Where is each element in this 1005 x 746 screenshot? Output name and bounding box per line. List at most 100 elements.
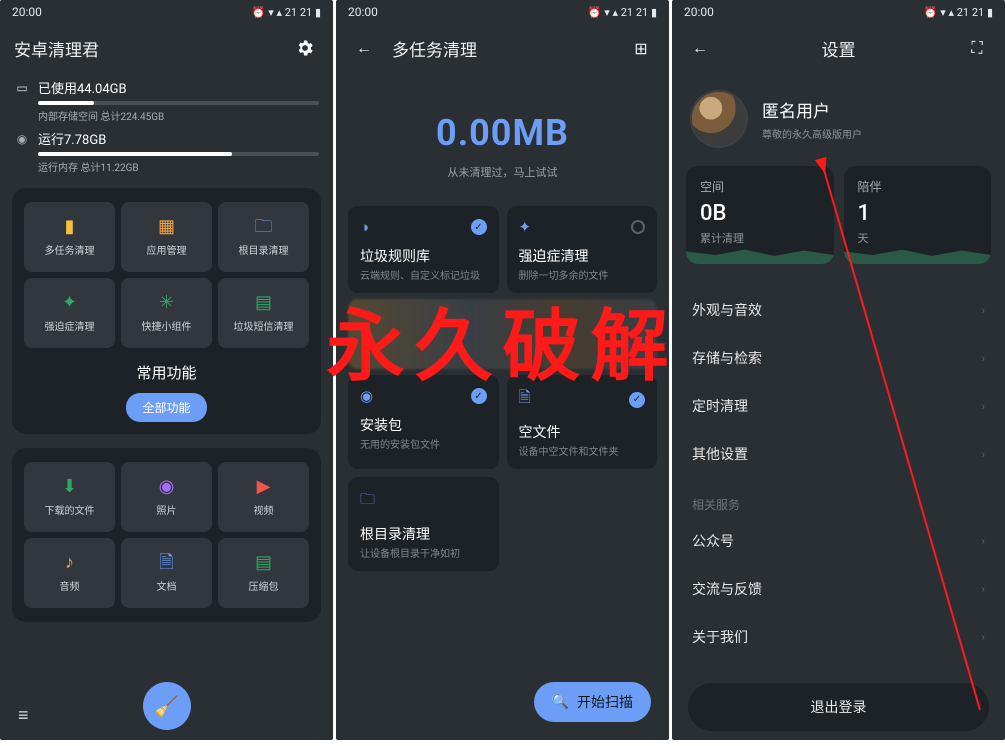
logout-button[interactable]: 退出登录 [688, 683, 989, 731]
username: 匿名用户 [762, 97, 862, 122]
all-features-button[interactable]: 全部功能 [126, 393, 206, 422]
memory-card[interactable]: ◉ 运行7.78GB 运行内存 总计11.22GB [14, 129, 319, 174]
storage-used-label: 已使用44.04GB [38, 78, 127, 97]
feature-sms[interactable]: ▤垃圾短信清理 [218, 278, 309, 348]
zip-icon: ▤ [255, 554, 272, 572]
card-empty[interactable]: 🗎✓ 空文件 设备中空文件和文件夹 [507, 375, 658, 469]
screen-home: 20:00 ⏰ ▾ ▴ 21 21 ▮ 安卓清理君 ▭ 已使用44.04GB 内… [0, 0, 333, 740]
memory-used-label: 运行7.78GB [38, 129, 106, 148]
screen-title: 多任务清理 [392, 36, 477, 61]
shield-icon: ◑ [360, 218, 369, 236]
set-appearance[interactable]: 外观与音效› [672, 286, 1005, 334]
app-bar: ← 设置 ⛶ [672, 24, 1005, 72]
group-label: 相关服务 [672, 478, 1005, 517]
scan-button[interactable]: 🔍 开始扫描 [534, 682, 651, 722]
files-photos[interactable]: ◉照片 [121, 462, 212, 532]
status-icons: ⏰ ▾ ▴ 21 21 ▮ [924, 6, 993, 19]
bulb-icon: ✳ [159, 294, 174, 312]
file-icon: 🗎 [519, 387, 531, 412]
card-root-single[interactable]: 🗀 根目录清理 让设备根目录干净如初 [348, 477, 499, 571]
wave-decoration [844, 246, 992, 264]
user-tag: 尊敬的永久高级版用户 [762, 126, 862, 141]
status-bar: 20:00 ⏰ ▾ ▴ 21 21 ▮ [672, 0, 1005, 24]
set-other[interactable]: 其他设置› [672, 430, 1005, 478]
memory-total-label: 运行内存 总计11.22GB [38, 159, 319, 174]
card-ocd[interactable]: ✦ 强迫症清理 删除一切多余的文件 [507, 206, 658, 293]
set-schedule[interactable]: 定时清理› [672, 382, 1005, 430]
camera-icon: ◉ [159, 478, 175, 496]
files-videos[interactable]: ▶视频 [218, 462, 309, 532]
profile-section[interactable]: 匿名用户 尊敬的永久高级版用户 [672, 72, 1005, 158]
gear-icon[interactable] [291, 34, 319, 62]
scan-icon[interactable]: ⛶ [963, 34, 991, 62]
check-icon[interactable]: ✓ [629, 392, 645, 408]
folder-icon: 🗀 [360, 489, 375, 514]
feature-ocd[interactable]: ✦强迫症清理 [24, 278, 115, 348]
stat-space[interactable]: 空间 0B 累计清理 [686, 166, 834, 264]
chevron-icon: › [981, 351, 985, 365]
screen-title: 设置 [822, 36, 856, 61]
screen-settings: 20:00 ⏰ ▾ ▴ 21 21 ▮ ← 设置 ⛶ 匿名用户 尊敬的永久高级版… [672, 0, 1005, 740]
check-icon[interactable]: ✓ [471, 219, 487, 235]
card-apk[interactable]: ◉✓ 安装包 无用的安装包文件 [348, 375, 499, 469]
game-icon[interactable]: ⊞ [627, 34, 655, 62]
status-bar: 20:00 ⏰ ▾ ▴ 21 21 ▮ [0, 0, 333, 24]
features-panel: ▮多任务清理 ▦应用管理 🗀根目录清理 ✦强迫症清理 ✳快捷小组件 ▤垃圾短信清… [12, 188, 321, 434]
doc-icon: 🗎 [159, 554, 173, 572]
search-icon: 🔍 [552, 694, 569, 710]
menu-icon[interactable]: ≡ [18, 705, 29, 726]
chevron-icon: › [981, 630, 985, 644]
check-icon[interactable] [631, 220, 645, 234]
status-icons: ⏰ ▾ ▴ 21 21 ▮ [252, 6, 321, 19]
set-feedback[interactable]: 交流与反馈› [672, 565, 1005, 613]
feature-multitask[interactable]: ▮多任务清理 [24, 202, 115, 272]
chevron-icon: › [981, 534, 985, 548]
settings-list: 外观与音效› 存储与检索› 定时清理› 其他设置› 相关服务 公众号› 交流与反… [672, 286, 1005, 661]
set-wechat[interactable]: 公众号› [672, 517, 1005, 565]
stat-days[interactable]: 陪伴 1 天 [844, 166, 992, 264]
broom-icon: 🧹 [154, 694, 179, 718]
app-bar: ← 多任务清理 ⊞ [336, 24, 669, 72]
feature-widget[interactable]: ✳快捷小组件 [121, 278, 212, 348]
sd-icon: ▭ [14, 81, 30, 95]
app-bar: 安卓清理君 [0, 24, 333, 72]
set-about[interactable]: 关于我们› [672, 613, 1005, 661]
files-zip[interactable]: ▤压缩包 [218, 538, 309, 608]
status-icons: ⏰ ▾ ▴ 21 21 ▮ [588, 6, 657, 19]
files-audio[interactable]: ♪音频 [24, 538, 115, 608]
storage-progress [38, 101, 319, 105]
star-icon: ✦ [519, 218, 532, 236]
storage-card[interactable]: ▭ 已使用44.04GB 内部存储空间 总计224.45GB [14, 78, 319, 123]
storage-total-label: 内部存储空间 总计224.45GB [38, 108, 319, 123]
back-icon[interactable]: ← [686, 34, 714, 62]
video-icon: ▶ [257, 478, 271, 496]
android-icon: ◉ [360, 387, 373, 405]
result-value: 0.00MB [336, 112, 669, 154]
status-bar: 20:00 ⏰ ▾ ▴ 21 21 ▮ [336, 0, 669, 24]
download-icon: ⬇ [62, 478, 77, 496]
set-storage[interactable]: 存储与检索› [672, 334, 1005, 382]
chevron-icon: › [981, 303, 985, 317]
files-downloads[interactable]: ⬇下载的文件 [24, 462, 115, 532]
grid-icon: ▦ [158, 218, 175, 236]
card-ruleset[interactable]: ◑✓ 垃圾规则库 云端规则、自定义标记垃圾 [348, 206, 499, 293]
files-panel: ⬇下载的文件 ◉照片 ▶视频 ♪音频 🗎文档 ▤压缩包 [12, 448, 321, 622]
chevron-icon: › [981, 582, 985, 596]
feature-root[interactable]: 🗀根目录清理 [218, 202, 309, 272]
chat-icon: ▤ [255, 294, 272, 312]
status-time: 20:00 [12, 5, 42, 19]
back-icon[interactable]: ← [350, 34, 378, 62]
status-time: 20:00 [684, 5, 714, 19]
check-icon[interactable]: ✓ [471, 388, 487, 404]
app-title: 安卓清理君 [14, 36, 99, 61]
clean-fab[interactable]: 🧹 [143, 682, 191, 730]
feature-apps[interactable]: ▦应用管理 [121, 202, 212, 272]
result-sub: 从未清理过，马上试试 [336, 164, 669, 180]
avatar[interactable] [690, 90, 748, 148]
battery-icon: ▮ [65, 218, 75, 236]
star-icon: ✦ [62, 294, 77, 312]
files-docs[interactable]: 🗎文档 [121, 538, 212, 608]
screen-multitask: 20:00 ⏰ ▾ ▴ 21 21 ▮ ← 多任务清理 ⊞ 0.00MB 从未清… [336, 0, 669, 740]
section-title: 常用功能 [24, 362, 309, 383]
folder-icon: 🗀 [255, 218, 273, 236]
